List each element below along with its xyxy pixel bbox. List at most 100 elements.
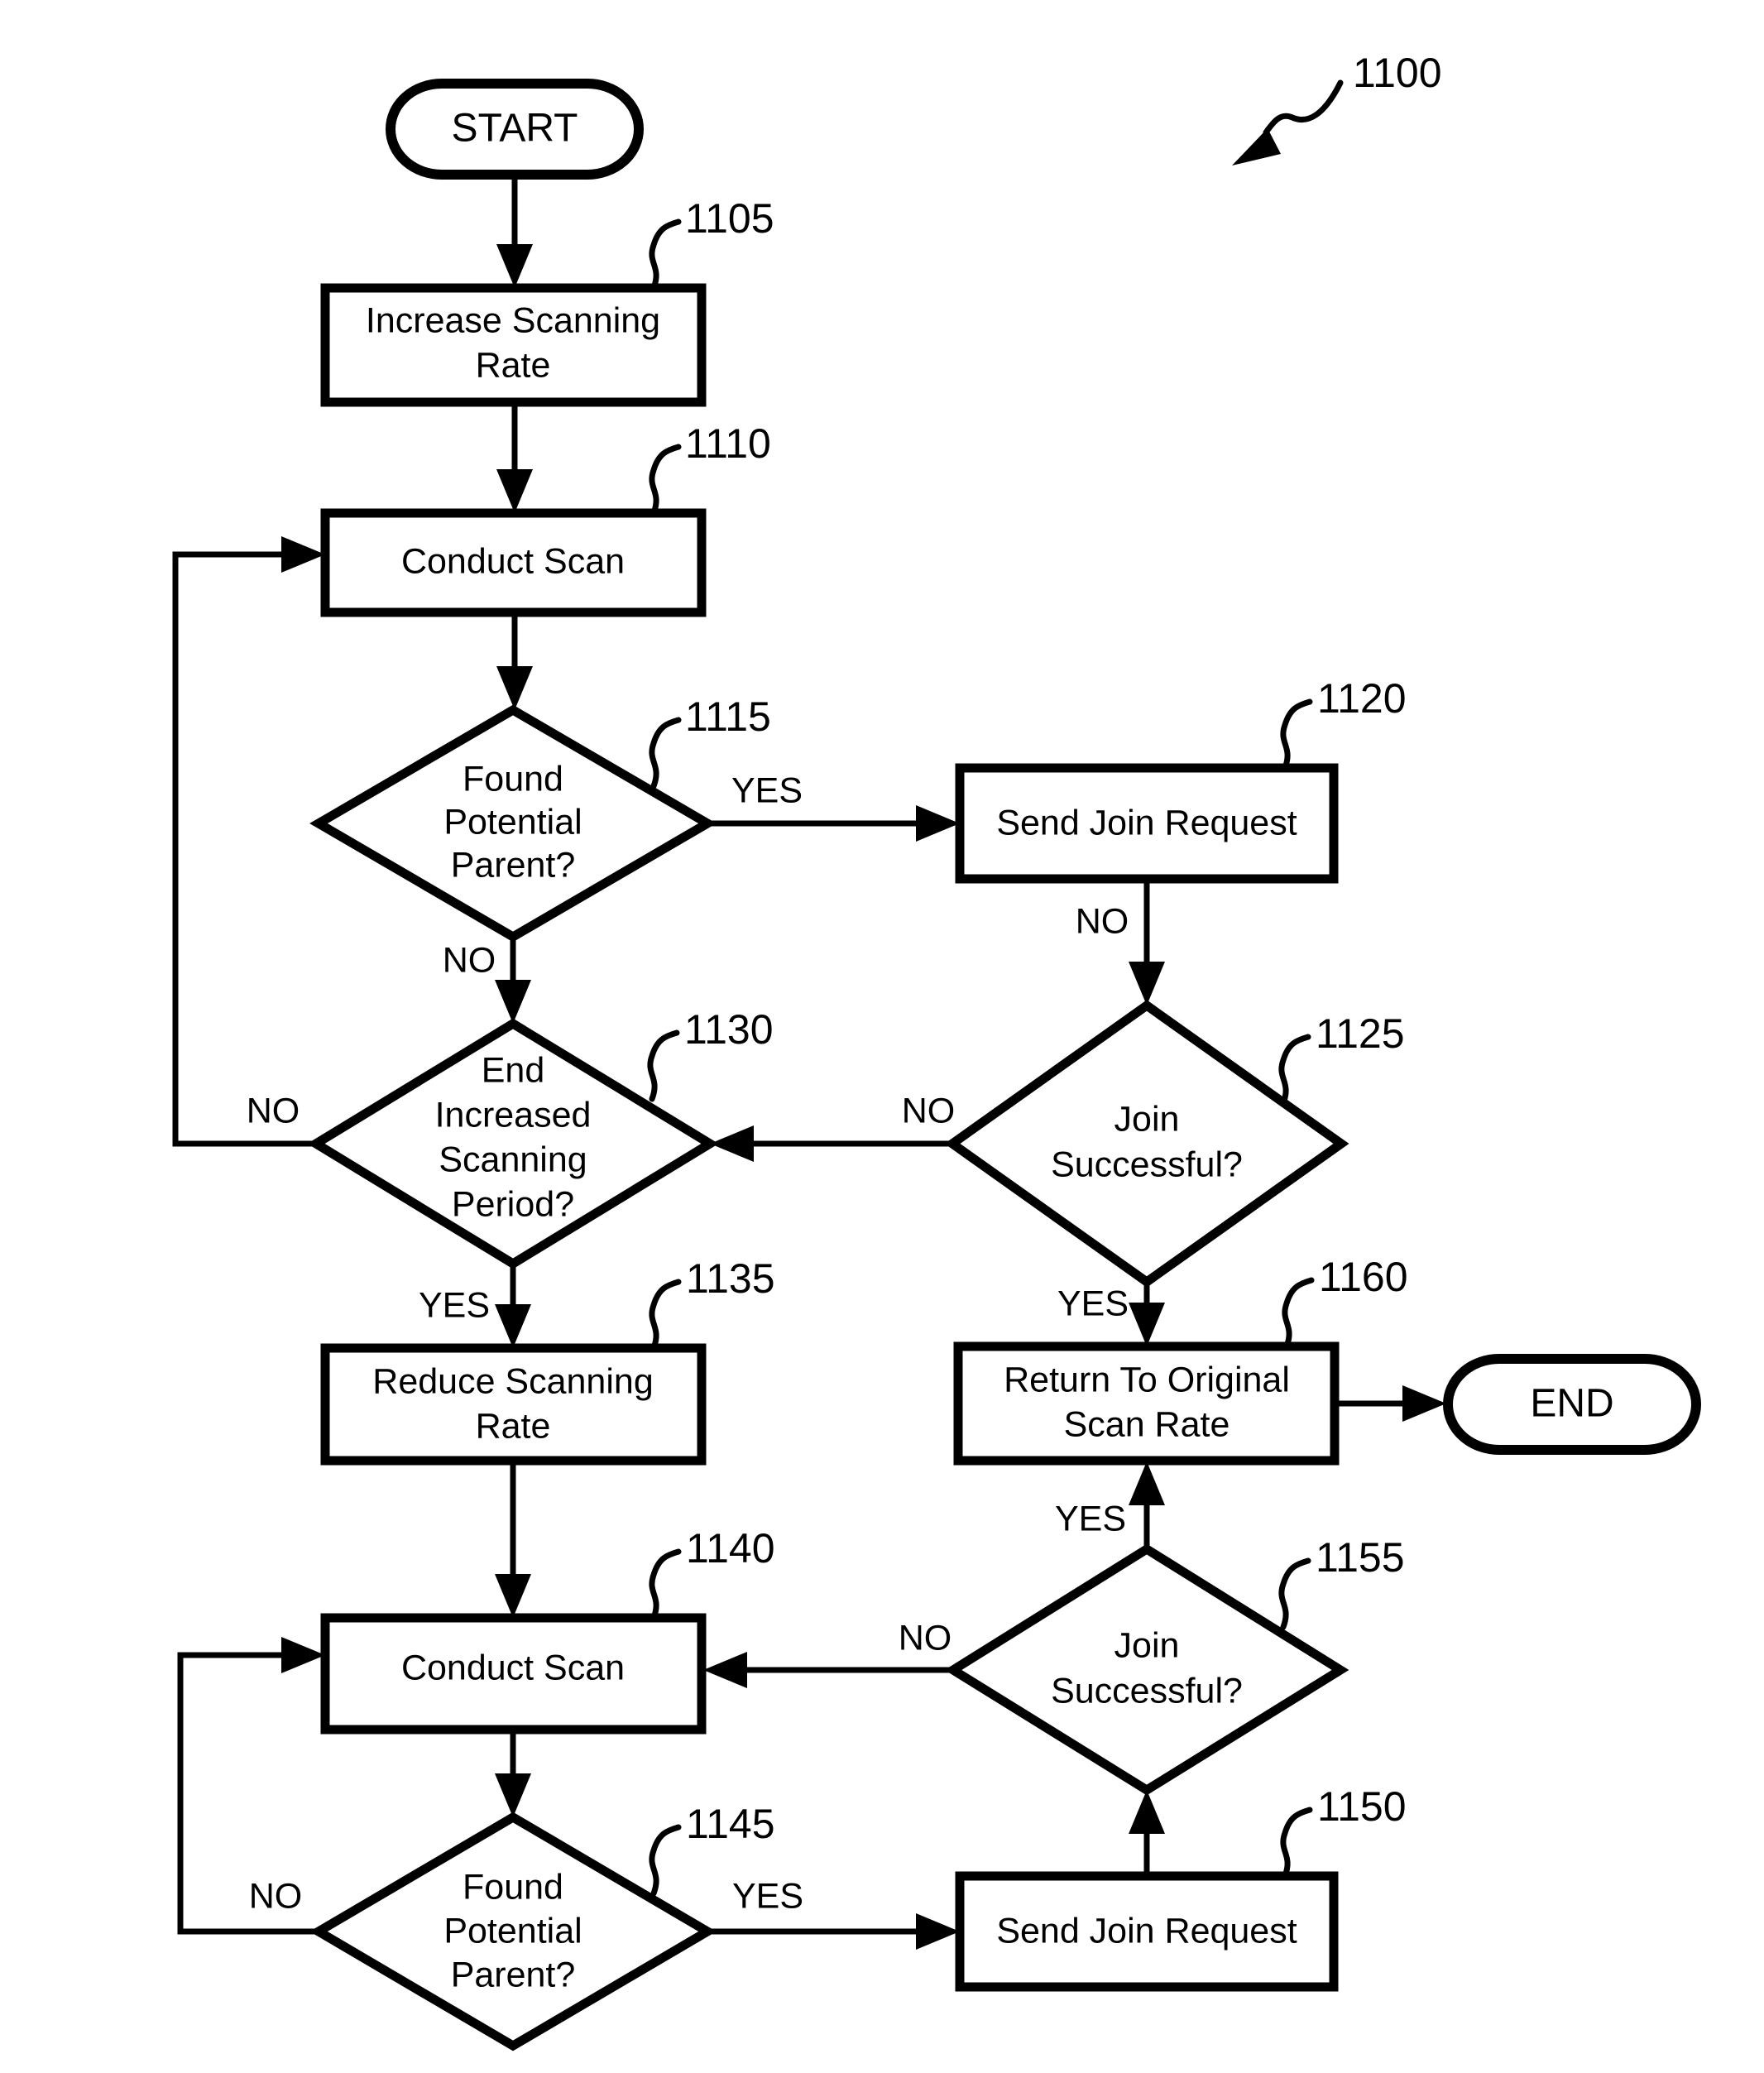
node-1125-diamond [944, 1000, 1349, 1288]
edge-1125-no-to-1130: NO [710, 1091, 955, 1162]
node-1125-line2: Successful? [1051, 1144, 1243, 1184]
edge-1125-yes-to-1160: YES [1057, 1282, 1165, 1346]
edge-1130-yes-to-1135: YES [419, 1264, 531, 1348]
node-1125-line1: Join [1114, 1099, 1180, 1139]
figure-ref-1100: 1100 [1232, 50, 1442, 166]
node-1105-increase-scanning-rate: Increase Scanning Rate 1105 [320, 195, 774, 407]
node-1140-ref-leader [649, 1548, 682, 1621]
node-1155-ref-leader [1278, 1557, 1311, 1630]
edge-arrowhead [703, 1652, 747, 1688]
end-terminator: END [1443, 1354, 1701, 1455]
edge-label-1155-yes: YES [1055, 1499, 1126, 1538]
node-1145-line2: Potential [443, 1911, 582, 1951]
edge-label-1145-no: NO [249, 1876, 303, 1916]
node-1135-line1: Reduce Scanning [372, 1361, 653, 1401]
edge-1145-no-to-1140-loop: NO [177, 1637, 325, 1935]
edge-1130-no-to-1110-loop: NO [172, 536, 325, 1147]
node-1130-line2: Increased [435, 1095, 592, 1135]
edge-label-1125-no: NO [902, 1091, 956, 1130]
node-1105-line1: Increase Scanning [366, 300, 660, 340]
edge-1155-no-to-1140: NO [703, 1618, 953, 1688]
edge-label-1130-yes: YES [419, 1285, 490, 1325]
edge-arrowhead [1129, 1461, 1165, 1505]
edge-arrowhead [281, 1637, 325, 1673]
node-1160-line1: Return To Original [1004, 1360, 1290, 1399]
node-1145-found-potential-parent: Found Potential Parent? 1145 [309, 1801, 775, 2051]
node-1145-ref-leader [649, 1824, 682, 1897]
end-terminator-label: END [1530, 1382, 1613, 1426]
edge-label-1115-no: NO [443, 940, 496, 980]
edge-arrowhead [1129, 1790, 1165, 1834]
edge-label-1145-yes: YES [732, 1876, 803, 1916]
node-1140-conduct-scan: Conduct Scan 1140 [320, 1525, 775, 1735]
edge-arrowhead [1402, 1385, 1446, 1422]
node-1155-join-successful: Join Successful? 1155 [944, 1534, 1405, 1796]
node-1125-ref-leader [1278, 1034, 1311, 1106]
edge-label-1155-no: NO [899, 1618, 952, 1658]
figure-ref-leader [1263, 79, 1344, 136]
edge-1155-yes-to-1160: YES [1055, 1461, 1165, 1549]
node-1160-ref-leader [1282, 1277, 1315, 1350]
edge-arrowhead [916, 1913, 960, 1950]
edge-arrowhead [495, 980, 531, 1024]
figure-ref-arrowhead [1232, 128, 1281, 166]
node-1140-ref-label: 1140 [686, 1525, 775, 1572]
node-1120-line1: Send Join Request [996, 803, 1297, 842]
node-1105-line2: Rate [476, 345, 551, 385]
node-1105-ref-leader [649, 218, 682, 291]
edge-label-1125-yes: YES [1057, 1284, 1129, 1323]
node-1135-reduce-scanning-rate: Reduce Scanning Rate 1135 [320, 1255, 775, 1466]
node-1115-found-potential-parent: Found Potential Parent? 1115 [309, 693, 771, 943]
node-1150-send-join-request: Send Join Request 1150 [955, 1783, 1407, 1992]
node-1125-ref-label: 1125 [1316, 1010, 1405, 1057]
edge-arrowhead [1129, 962, 1165, 1005]
node-1150-ref-leader [1280, 1807, 1313, 1879]
edge-arrowhead [1129, 1303, 1165, 1346]
node-1110-ref-leader [649, 444, 682, 516]
edge-1120-to-1125: NO [1076, 879, 1165, 1005]
node-1160-ref-label: 1160 [1319, 1254, 1408, 1300]
node-1155-line2: Successful? [1051, 1671, 1243, 1711]
node-1115-line3: Parent? [451, 845, 576, 885]
edge-1135-to-1140 [495, 1461, 531, 1618]
edge-start-to-1105 [496, 175, 533, 288]
node-1115-line1: Found [463, 759, 563, 799]
node-1145-line3: Parent? [451, 1955, 576, 1994]
node-1120-send-join-request: Send Join Request 1120 [955, 675, 1407, 884]
edge-line [172, 551, 316, 1147]
edge-1115-yes-to-1120: YES [707, 770, 960, 842]
node-1110-ref-label: 1110 [685, 420, 771, 467]
edge-arrowhead [495, 1574, 531, 1618]
flowchart-canvas: 1100 START Increase Scanning Rate 1105 C… [172, 50, 1701, 2051]
node-1145-line1: Found [463, 1867, 563, 1907]
node-1130-ref-leader [647, 1029, 680, 1102]
node-1155-ref-label: 1155 [1316, 1534, 1405, 1581]
node-1105-ref-label: 1105 [685, 195, 774, 242]
node-1150-ref-label: 1150 [1317, 1783, 1407, 1830]
node-1130-end-increased-scanning-period: End Increased Scanning Period? 1130 [307, 1006, 774, 1269]
node-1155-line1: Join [1114, 1625, 1180, 1665]
node-1130-line4: Period? [452, 1184, 574, 1224]
edge-arrowhead [495, 1773, 531, 1817]
node-1110-line1: Conduct Scan [401, 541, 625, 581]
edge-label-1115-yes: YES [731, 770, 803, 810]
start-terminator: START [386, 79, 644, 180]
edge-1145-yes-to-1150: YES [707, 1876, 960, 1950]
node-1135-ref-label: 1135 [686, 1255, 775, 1302]
node-1120-ref-label: 1120 [1317, 675, 1407, 722]
edge-label-1130-no: NO [247, 1091, 300, 1130]
figure-ref-label: 1100 [1353, 50, 1442, 96]
node-1160-return-to-original-scan-rate: Return To Original Scan Rate 1160 [953, 1254, 1408, 1466]
node-1130-line3: Scanning [439, 1140, 587, 1179]
edge-arrowhead [281, 536, 325, 573]
start-terminator-label: START [452, 107, 578, 151]
edge-1105-to-1110 [496, 402, 533, 513]
node-1145-ref-label: 1145 [686, 1801, 775, 1847]
node-1150-line1: Send Join Request [996, 1911, 1297, 1951]
edge-1115-no-to-1130: NO [443, 937, 531, 1024]
edge-arrowhead [496, 666, 533, 710]
node-1140-line1: Conduct Scan [401, 1648, 625, 1687]
edge-arrowhead [916, 805, 960, 842]
node-1160-line2: Scan Rate [1064, 1404, 1230, 1444]
node-1135-ref-leader [649, 1279, 682, 1351]
